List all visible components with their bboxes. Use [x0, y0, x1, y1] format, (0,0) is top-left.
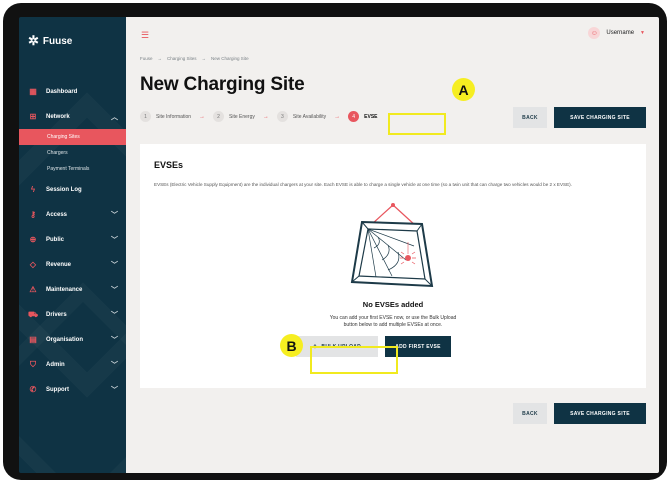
step-label: EVSE	[364, 113, 378, 120]
device-frame: ✲ Fuuse ▦ Dashboard ⊞ Network ︿ Charging…	[3, 3, 667, 480]
step-number: 2	[213, 111, 225, 122]
sidebar-item-session-log[interactable]: ϟ Session Log	[19, 177, 126, 202]
sidebar-item-label: Network	[46, 113, 70, 120]
tag-icon: ◇	[29, 260, 37, 269]
chevron-down-icon: ﹀	[111, 312, 118, 319]
save-charging-site-button[interactable]: SAVE CHARGING SITE	[554, 107, 646, 128]
sidebar-item-admin[interactable]: ⛉ Admin ﹀	[19, 352, 126, 377]
shield-icon: ⛉	[30, 359, 36, 369]
sidebar-item-label: Drivers	[46, 311, 67, 318]
annotation-badge-b: B	[280, 334, 303, 357]
step-site-information[interactable]: 1 Site Information	[140, 111, 191, 122]
step-site-energy[interactable]: 2 Site Energy	[213, 111, 255, 122]
warning-icon: ⚠	[29, 285, 37, 294]
save-charging-site-button-bottom[interactable]: SAVE CHARGING SITE	[554, 403, 646, 424]
sidebar-item-dashboard[interactable]: ▦ Dashboard	[19, 79, 126, 104]
sidebar-subitem-charging-sites[interactable]: Charging Sites	[19, 129, 126, 145]
section-title: EVSEs	[154, 160, 184, 170]
dashboard-icon: ▦	[29, 87, 37, 96]
breadcrumb-item: New Charging Site	[211, 56, 249, 61]
sidebar-item-label: Revenue	[46, 261, 72, 268]
user-avatar-icon: ☺	[588, 27, 601, 39]
sidebar-item-support[interactable]: ✆ Support ﹀	[19, 377, 126, 402]
brand-name: Fuuse	[42, 35, 73, 47]
phone-icon: ✆	[29, 385, 37, 394]
lightning-icon: ϟ	[30, 185, 36, 194]
empty-frame-spider-illustration	[350, 203, 434, 288]
step-evse[interactable]: 4 EVSE	[348, 111, 378, 122]
breadcrumb: Fuuse → Charging Sites → New Charging Si…	[140, 56, 249, 61]
page-title: New Charging Site	[140, 74, 305, 95]
network-icon: ⊞	[29, 112, 37, 121]
breadcrumb-item[interactable]: Charging Sites	[167, 56, 197, 61]
sidebar-item-label: Maintenance	[46, 286, 83, 293]
globe-icon: ⊕	[29, 235, 37, 244]
step-label: Site Information	[156, 113, 192, 120]
chevron-down-icon: ﹀	[111, 237, 118, 244]
sidebar-item-organisation[interactable]: ▤ Organisation ﹀	[19, 327, 126, 352]
sidebar-item-drivers[interactable]: ⛟ Drivers ﹀	[19, 302, 126, 327]
step-number: 1	[140, 111, 151, 122]
hamburger-menu-icon[interactable]: ☰	[141, 30, 149, 41]
sidebar-item-label: Public	[46, 236, 65, 243]
sidebar-item-label: Organisation	[46, 336, 84, 343]
back-button[interactable]: BACK	[513, 107, 547, 128]
step-label: Site Availability	[292, 113, 327, 120]
fuuse-logo-icon: ✲	[28, 33, 39, 48]
sidebar-item-revenue[interactable]: ◇ Revenue ﹀	[19, 252, 126, 277]
chevron-down-icon: ﹀	[111, 287, 118, 294]
empty-state-text: You can add your first EVSE now, or use …	[329, 315, 457, 328]
sidebar-item-access[interactable]: ⚷ Access ﹀	[19, 202, 126, 227]
step-number: 4	[348, 111, 360, 122]
chevron-down-icon: ﹀	[111, 337, 118, 344]
chevron-down-icon: ﹀	[111, 262, 118, 269]
sidebar-item-label: Support	[46, 386, 69, 393]
step-label: Site Energy	[229, 113, 255, 120]
sidebar-subitem-chargers[interactable]: Chargers	[19, 145, 126, 161]
step-site-availability[interactable]: 3 Site Availability	[276, 111, 327, 122]
sidebar-subitem-payment-terminals[interactable]: Payment Terminals	[19, 161, 126, 177]
caret-down-icon: ▼	[640, 30, 645, 36]
sidebar-item-public[interactable]: ⊕ Public ﹀	[19, 227, 126, 252]
building-icon: ▤	[29, 335, 37, 344]
step-number: 3	[276, 111, 288, 122]
chevron-down-icon: ﹀	[111, 212, 118, 219]
annotation-highlight-b	[310, 346, 398, 374]
sidebar: ✲ Fuuse ▦ Dashboard ⊞ Network ︿ Charging…	[19, 17, 126, 473]
back-button-bottom[interactable]: BACK	[513, 403, 547, 424]
annotation-badge-a: A	[452, 78, 475, 101]
chevron-down-icon: ﹀	[111, 362, 118, 369]
annotation-highlight-a	[388, 113, 446, 135]
logo: ✲ Fuuse	[28, 33, 72, 49]
arrow-right-icon: →	[334, 113, 341, 120]
car-icon: ⛟	[27, 309, 39, 319]
breadcrumb-item[interactable]: Fuuse	[140, 56, 153, 61]
sidebar-item-label: Session Log	[46, 186, 82, 193]
key-icon: ⚷	[30, 210, 36, 219]
username: Username	[606, 30, 635, 36]
stepper: 1 Site Information → 2 Site Energy → 3 S…	[140, 111, 378, 122]
app-screen: ✲ Fuuse ▦ Dashboard ⊞ Network ︿ Charging…	[19, 17, 659, 473]
chevron-down-icon: ﹀	[111, 387, 118, 394]
sidebar-item-label: Access	[46, 211, 68, 218]
sidebar-item-maintenance[interactable]: ⚠ Maintenance ﹀	[19, 277, 126, 302]
arrow-right-icon: →	[262, 113, 269, 120]
user-menu[interactable]: ☺ Username ▼	[588, 27, 645, 39]
sidebar-item-label: Admin	[46, 361, 65, 368]
arrow-right-icon: →	[199, 113, 206, 120]
chevron-up-icon: ︿	[111, 114, 118, 121]
breadcrumb-arrow-icon: →	[201, 56, 207, 61]
sidebar-nav: ▦ Dashboard ⊞ Network ︿ Charging Sites C…	[19, 79, 126, 402]
sidebar-item-network[interactable]: ⊞ Network ︿	[19, 104, 126, 129]
empty-state-title: No EVSEs added	[362, 300, 424, 309]
section-description: EVSEs (Electric Vehicle Supply Equipment…	[154, 182, 572, 187]
main-content: ☰ ☺ Username ▼ Fuuse → Charging Sites → …	[126, 17, 659, 473]
breadcrumb-arrow-icon: →	[157, 56, 163, 61]
sidebar-item-label: Dashboard	[46, 88, 78, 95]
